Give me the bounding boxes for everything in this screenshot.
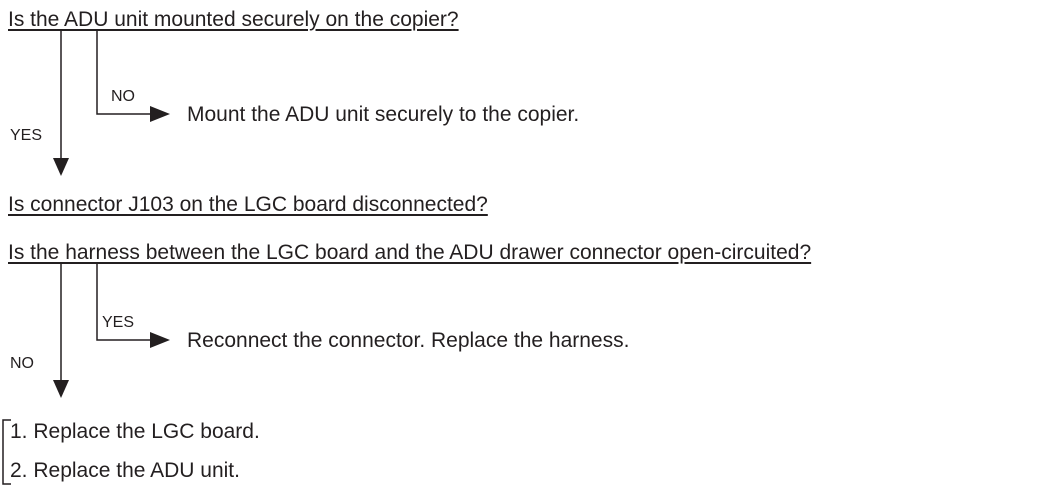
no-arrowhead-down	[53, 380, 69, 398]
branch-label-yes: YES	[10, 127, 43, 144]
question-harness-open-circuit: Is the harness between the LGC board and…	[8, 241, 812, 264]
troubleshooting-flowchart: Is the ADU unit mounted securely on the …	[0, 0, 1046, 492]
action-reconnect-replace-harness: Reconnect the connector. Replace the har…	[187, 329, 630, 352]
branch-label-yes-2: YES	[102, 314, 135, 331]
branch-label-no-2: NO	[10, 355, 34, 372]
no-arrowhead-right	[150, 106, 170, 122]
question-connector-j103: Is connector J103 on the LGC board disco…	[8, 193, 488, 216]
step-replace-adu-unit: 2. Replace the ADU unit.	[10, 459, 240, 482]
action-mount-adu: Mount the ADU unit securely to the copie…	[187, 103, 580, 126]
yes-arrowhead-down	[53, 158, 69, 176]
branch-label-no: NO	[111, 88, 135, 105]
step-replace-lgc-board: 1. Replace the LGC board.	[10, 420, 260, 443]
yes-arrowhead-right	[150, 332, 170, 348]
question-adu-mounted: Is the ADU unit mounted securely on the …	[8, 8, 459, 31]
